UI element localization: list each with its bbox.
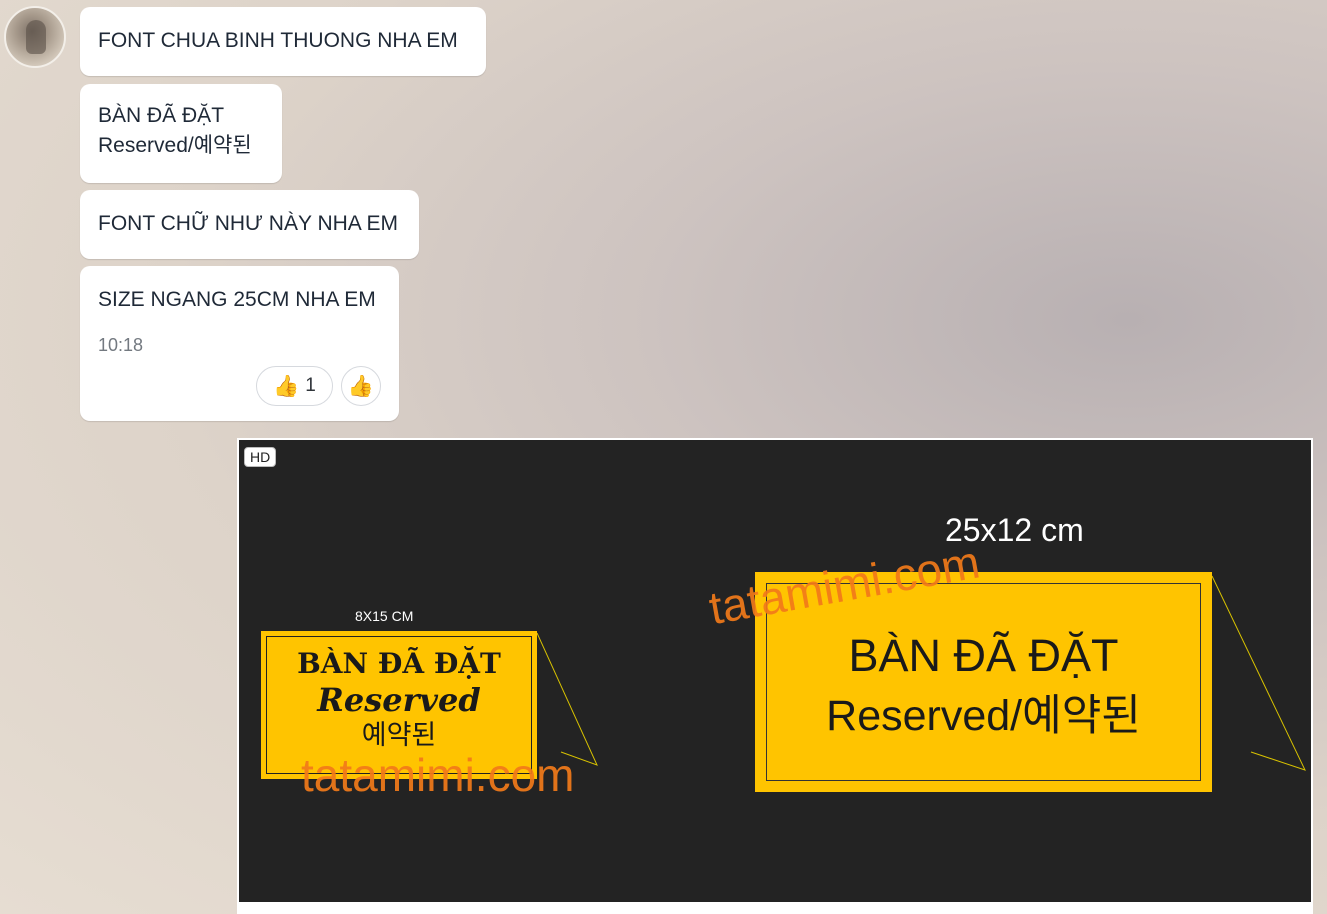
message-text-line: Reserved/예약된 — [98, 134, 252, 157]
big-sign-stand-line — [1211, 575, 1306, 771]
big-sign-line2: Reserved/예약된 — [826, 692, 1141, 740]
reaction-summary[interactable]: 👍 1 — [256, 366, 333, 406]
message-text: FONT CHUA BINH THUONG NHA EM — [98, 29, 458, 52]
small-sign-stand-line — [536, 632, 598, 766]
add-reaction-button[interactable]: 👍 — [341, 366, 381, 406]
message-text: SIZE NGANG 25CM NHA EM — [98, 288, 376, 311]
message-bubble[interactable]: FONT CHUA BINH THUONG NHA EM — [80, 7, 486, 76]
small-sign-size-label: 8X15 CM — [355, 608, 414, 624]
small-sign-line2: Reserved — [317, 681, 481, 719]
small-sign-line1: BÀN ĐÃ ĐẶT — [297, 647, 501, 680]
message-timestamp: 10:18 — [98, 335, 144, 355]
avatar[interactable] — [4, 6, 66, 68]
message-bubble[interactable]: FONT CHỮ NHƯ NÀY NHA EM — [80, 190, 419, 259]
message-text-line: BÀN ĐÃ ĐẶT — [98, 104, 225, 127]
image-attachment[interactable]: HD 8X15 CM BÀN ĐÃ ĐẶT Reserved 예약된 25x12… — [237, 438, 1313, 914]
message-bubble[interactable]: SIZE NGANG 25CM NHA EM 10:18 👍 1 👍 — [80, 266, 399, 421]
image-footer — [237, 902, 1313, 914]
message-bubble[interactable]: BÀN ĐÃ ĐẶT Reserved/예약된 — [80, 84, 282, 183]
avatar-figure — [26, 20, 46, 54]
thumbs-up-icon: 👍 — [347, 374, 375, 398]
message-text: FONT CHỮ NHƯ NÀY NHA EM — [98, 212, 398, 235]
big-sign-line1: BÀN ĐÃ ĐẶT — [848, 630, 1119, 681]
watermark: tatamimi.com — [301, 749, 575, 801]
thumbs-up-icon: 👍 — [273, 374, 300, 398]
reaction-count: 1 — [305, 375, 316, 396]
